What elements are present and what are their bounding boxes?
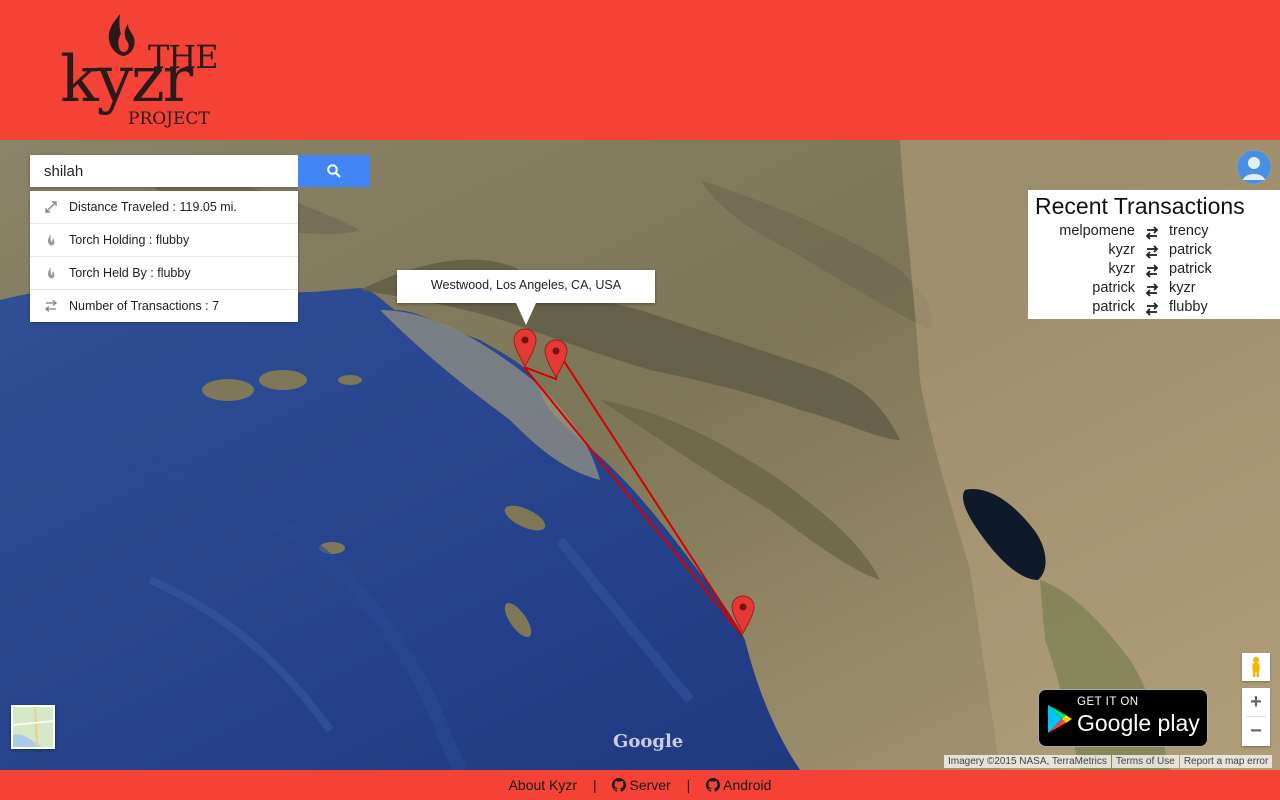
terms-of-use-link[interactable]: Terms of Use: [1111, 755, 1179, 768]
map-pin-icon[interactable]: [731, 595, 755, 635]
play-badge-google-play: Google play: [1077, 710, 1200, 736]
transaction-from: melpomene: [1059, 223, 1135, 239]
search-box: [30, 155, 298, 187]
swap-icon: [1145, 245, 1159, 259]
about-kyzr-link[interactable]: About Kyzr: [509, 777, 577, 793]
footer-links: About Kyzr | Server | Android: [0, 777, 1280, 793]
swap-icon: [1145, 264, 1159, 278]
transaction-row: kyzr patrick: [1028, 242, 1280, 261]
play-badge-get-it-on: GET IT ON: [1077, 696, 1139, 708]
search-icon: [327, 164, 341, 178]
transaction-to: trency: [1169, 223, 1209, 239]
person-icon: [1237, 150, 1271, 184]
google-play-icon: [1048, 705, 1072, 733]
swap-icon: [44, 299, 58, 313]
stat-torch-holding-label: Torch Holding : flubby: [69, 233, 190, 247]
pegman-icon: [1252, 657, 1260, 677]
transaction-to: flubby: [1169, 299, 1208, 315]
logo-project: PROJECT: [128, 109, 210, 129]
map-pin-icon[interactable]: [513, 328, 537, 368]
footer: About Kyzr | Server | Android: [0, 770, 1280, 800]
stats-panel: Distance Traveled : 119.05 mi. Torch Hol…: [30, 191, 298, 322]
recent-transactions-title: Recent Transactions: [1035, 193, 1245, 219]
zoom-out-button[interactable]: −: [1242, 717, 1270, 745]
info-window-tail: [516, 303, 536, 325]
stat-torch-held-by-label: Torch Held By : flubby: [69, 266, 191, 280]
imagery-attribution: Imagery ©2015 NASA, TerraMetrics: [944, 755, 1111, 768]
zoom-in-button[interactable]: +: [1242, 688, 1270, 716]
footer-separator: |: [592, 777, 597, 793]
transaction-row: patrick flubby: [1028, 299, 1280, 318]
zoom-control: + −: [1242, 688, 1270, 746]
map-info-window: Westwood, Los Angeles, CA, USA: [397, 270, 655, 303]
transaction-from: patrick: [1092, 299, 1135, 315]
stat-torch-holding: Torch Holding : flubby: [30, 224, 298, 257]
flame-icon: [47, 234, 55, 246]
transaction-to: patrick: [1169, 261, 1212, 277]
github-icon: [706, 778, 721, 792]
search-button[interactable]: [298, 155, 370, 187]
stat-distance: Distance Traveled : 119.05 mi.: [30, 191, 298, 224]
map-pin-icon[interactable]: [544, 339, 568, 379]
map-type-toggle[interactable]: [11, 705, 55, 749]
search-input[interactable]: [30, 155, 298, 187]
report-map-error-link[interactable]: Report a map error: [1179, 755, 1273, 768]
map-attribution: Imagery ©2015 NASA, TerraMetrics Terms of…: [944, 755, 1273, 770]
transaction-to: kyzr: [1169, 280, 1196, 296]
distance-icon: [45, 201, 57, 213]
transaction-from: kyzr: [1108, 242, 1135, 258]
footer-separator: |: [686, 777, 691, 793]
google-play-badge[interactable]: GET IT ON Google play: [1038, 689, 1208, 747]
github-icon: [612, 778, 627, 792]
logo-kyzr: kyzr: [60, 43, 193, 117]
google-watermark: Google: [613, 731, 684, 752]
flame-icon: [47, 267, 55, 279]
map-thumbnail-icon: [13, 707, 53, 747]
transaction-from: kyzr: [1108, 261, 1135, 277]
account-avatar[interactable]: [1237, 150, 1271, 184]
stat-distance-label: Distance Traveled : 119.05 mi.: [69, 200, 237, 214]
swap-icon: [1145, 226, 1159, 240]
transaction-row: patrick kyzr: [1028, 280, 1280, 299]
stat-transactions: Number of Transactions : 7: [30, 290, 298, 322]
stat-transactions-label: Number of Transactions : 7: [69, 299, 220, 313]
swap-icon: [1145, 283, 1159, 297]
transaction-row: kyzr patrick: [1028, 261, 1280, 280]
transaction-to: patrick: [1169, 242, 1212, 258]
map[interactable]: Distance Traveled : 119.05 mi. Torch Hol…: [0, 140, 1280, 770]
street-view-pegman[interactable]: [1242, 653, 1270, 681]
server-link[interactable]: Server: [612, 777, 671, 793]
transaction-row: melpomene trency: [1028, 223, 1280, 242]
stat-torch-held-by: Torch Held By : flubby: [30, 257, 298, 290]
server-link-label: Server: [629, 777, 671, 793]
transaction-from: patrick: [1092, 280, 1135, 296]
android-link[interactable]: Android: [706, 777, 771, 793]
recent-transactions-panel: Recent Transactions melpomene trency kyz…: [1028, 190, 1280, 319]
header: THE kyzr PROJECT: [0, 0, 1280, 140]
info-window-location: Westwood, Los Angeles, CA, USA: [430, 278, 622, 292]
swap-icon: [1145, 302, 1159, 316]
android-link-label: Android: [723, 777, 772, 793]
kyzr-logo[interactable]: THE kyzr PROJECT: [58, 12, 228, 132]
